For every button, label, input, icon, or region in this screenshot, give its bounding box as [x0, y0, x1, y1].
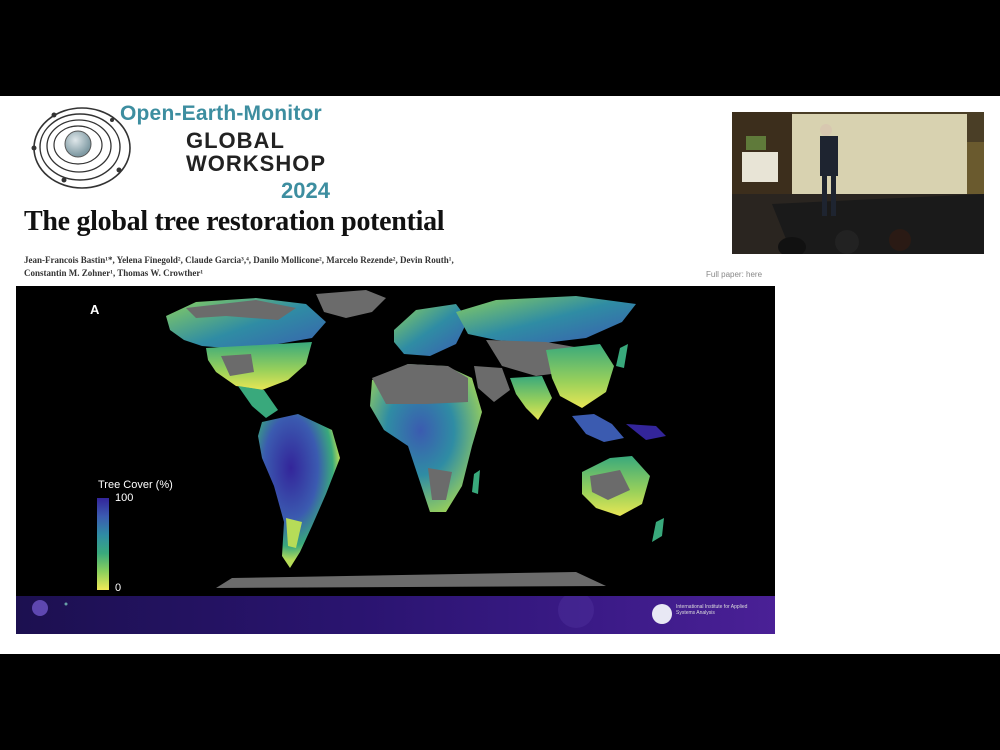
slide-title: The global tree restoration potential: [24, 206, 445, 237]
legend-min-label: 0: [115, 582, 122, 594]
brand-name: Open-Earth-Monitor: [120, 102, 322, 125]
speaker-video-feed: [732, 112, 984, 254]
open-earth-monitor-logo: [24, 100, 134, 192]
legend-max-label: 100: [115, 492, 134, 504]
world-map-graphic: [166, 290, 666, 588]
iiasa-logo-icon: [652, 604, 672, 624]
slide-footer: International Institute for Applied Syst…: [16, 596, 775, 634]
paper-authors: Jean-Francois Bastin¹*, Yelena Finegold²…: [24, 255, 454, 278]
brand-year: 2024: [281, 178, 330, 203]
tree-cover-map: A Tree Cover (%) 100 0: [16, 286, 775, 596]
legend-title: Tree Cover (%): [98, 479, 173, 491]
panel-letter: A: [90, 302, 100, 317]
full-paper-link[interactable]: Full paper: here: [706, 270, 762, 279]
legend-color-bar: [97, 498, 109, 590]
speaker-video-icon: [732, 112, 984, 254]
orbit-logo-icon: [31, 107, 131, 189]
footer-institution: International Institute for Applied Syst…: [676, 604, 748, 616]
brand-workshop: WORKSHOP: [186, 151, 326, 176]
